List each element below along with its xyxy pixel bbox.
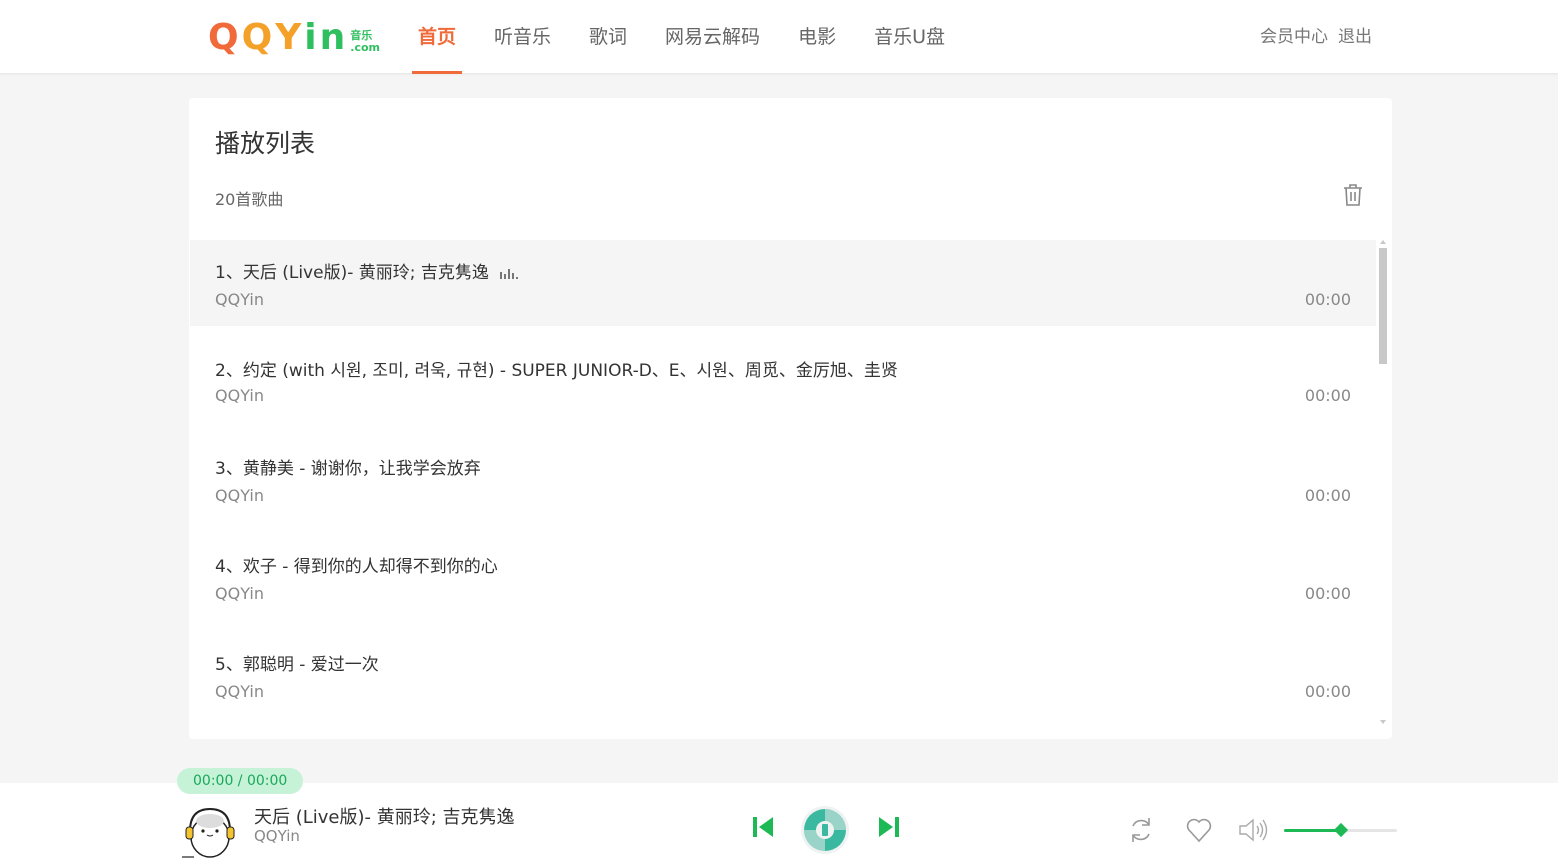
song-count: 20首歌曲	[215, 190, 284, 209]
song-title: 1、天后 (Live版)- 黄丽玲; 吉克隽逸	[215, 258, 519, 283]
heart-icon[interactable]	[1185, 816, 1213, 844]
song-artist: QQYin	[215, 486, 264, 505]
song-duration: 00:00	[1304, 682, 1351, 701]
avatar	[182, 807, 235, 858]
playlist-card: 播放列表 20首歌曲 1、天后 (Live版)- 黄丽玲; 吉克隽逸 QQYin…	[189, 98, 1392, 739]
scroll-down-arrow[interactable]	[1380, 720, 1386, 724]
nav-music-usb[interactable]: 音乐U盘	[856, 0, 963, 74]
list-scrollbar[interactable]	[1378, 240, 1388, 724]
song-duration: 00:00	[1304, 486, 1351, 505]
scroll-up-arrow[interactable]	[1380, 240, 1386, 244]
song-artist: QQYin	[215, 290, 264, 309]
song-title: 4、欢子 - 得到你的人却得不到你的心	[215, 557, 498, 577]
song-title: 2、约定 (with 시원, 조미, 려욱, 규현) - SUPER JUNIO…	[215, 361, 898, 381]
user-links: 会员中心 退出	[1260, 0, 1372, 74]
trash-icon[interactable]	[1342, 183, 1364, 207]
user-center-link[interactable]: 会员中心	[1260, 0, 1328, 74]
nav-netease-decode[interactable]: 网易云解码	[647, 0, 778, 74]
song-duration: 00:00	[1304, 386, 1351, 405]
playlist-title: 播放列表	[215, 129, 316, 158]
song-row[interactable]: 1、天后 (Live版)- 黄丽玲; 吉克隽逸 QQYin 00:00	[190, 240, 1376, 326]
logo-subtext: 音乐 .com	[350, 29, 380, 54]
volume-fill	[1284, 829, 1341, 832]
volume-icon[interactable]	[1238, 817, 1270, 843]
song-row[interactable]: 3、黄静美 - 谢谢你，让我学会放弃 QQYin 00:00	[190, 436, 1376, 534]
equalizer-icon	[499, 269, 518, 279]
song-row[interactable]: 5、郭聪明 - 爱过一次 QQYin 00:00	[190, 632, 1376, 726]
song-row[interactable]: 2、约定 (with 시원, 조미, 려욱, 규현) - SUPER JUNIO…	[190, 338, 1376, 436]
song-artist: QQYin	[215, 682, 264, 701]
logout-link[interactable]: 退出	[1338, 0, 1372, 74]
next-track-icon[interactable]	[878, 815, 900, 839]
logo-wordmark: QQYin	[208, 17, 349, 58]
site-logo[interactable]: QQYin 音乐 .com	[208, 18, 380, 58]
loop-icon[interactable]	[1127, 815, 1155, 845]
song-list: 1、天后 (Live版)- 黄丽玲; 吉克隽逸 QQYin 00:00 2、约定…	[190, 240, 1376, 726]
song-artist: QQYin	[215, 386, 264, 405]
song-title: 3、黄静美 - 谢谢你，让我学会放弃	[215, 459, 481, 479]
song-artist: QQYin	[215, 584, 264, 603]
main-nav: 首页 听音乐 歌词 网易云解码 电影 音乐U盘	[400, 0, 965, 74]
play-pause-button[interactable]	[800, 805, 850, 855]
song-title: 5、郭聪明 - 爱过一次	[215, 655, 379, 675]
nav-listen-music[interactable]: 听音乐	[476, 0, 569, 74]
now-playing-artist: QQYin	[254, 827, 300, 845]
top-navbar: QQYin 音乐 .com 首页 听音乐 歌词 网易云解码 电影 音乐U盘 会员…	[0, 0, 1558, 74]
song-row[interactable]: 4、欢子 - 得到你的人却得不到你的心 QQYin 00:00	[190, 534, 1376, 632]
scroll-thumb[interactable]	[1379, 248, 1387, 364]
song-duration: 00:00	[1304, 290, 1351, 309]
volume-slider[interactable]	[1284, 822, 1397, 838]
playback-time: 00:00 / 00:00	[177, 768, 304, 794]
song-duration: 00:00	[1304, 584, 1351, 603]
now-playing-title: 天后 (Live版)- 黄丽玲; 吉克隽逸	[254, 807, 515, 828]
nav-lyrics[interactable]: 歌词	[571, 0, 645, 74]
previous-track-icon[interactable]	[752, 815, 774, 839]
nav-home[interactable]: 首页	[400, 0, 474, 74]
nav-movies[interactable]: 电影	[780, 0, 854, 74]
